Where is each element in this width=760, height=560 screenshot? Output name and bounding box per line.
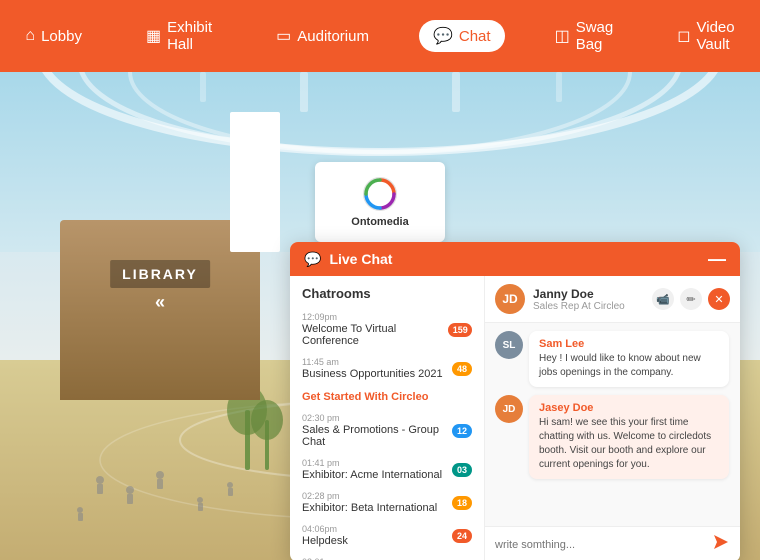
chatroom-get-started[interactable]: Get Started With Circleo [290,385,484,408]
message-sender-sam: Sam Lee [539,338,719,350]
message-text-jasey: Hi sam! we see this your first time chat… [539,416,719,472]
chatroom-sales[interactable]: 02:30 pm Sales & Promotions - Group Chat… [290,408,484,453]
billboard-company-name: Ontomedia [351,216,408,228]
chat-messages-panel: JD Janny Doe Sales Rep At Circleo 📹 ✏ ✕ [485,276,740,560]
chatroom-getstarted-info: Get Started With Circleo [302,390,428,403]
nav-lobby-label: Lobby [41,28,82,45]
home-icon: ⌂ [25,27,35,45]
contact-actions: 📹 ✏ ✕ [652,288,730,310]
messages-list: SL Sam Lee Hey ! I would like to know ab… [485,323,740,526]
live-chat-body: Chatrooms 12:09pm Welcome To Virtual Con… [290,276,740,560]
contact-details: Janny Doe Sales Rep At Circleo [533,287,625,312]
live-chat-icon: 💬 [304,251,321,268]
chatroom-helpdesk-info: 04:06pm Helpdesk [302,524,348,547]
chatrooms-panel: Chatrooms 12:09pm Welcome To Virtual Con… [290,276,485,560]
minimize-button[interactable]: — [708,250,726,268]
nav-chat-label: Chat [459,28,491,45]
message-bubble-sam: Sam Lee Hey ! I would like to know about… [529,331,729,387]
top-navigation: ⌂ Lobby ▦ Exhibit Hall ▭ Auditorium 💬 Ch… [0,0,760,72]
chatroom-business-badge: 48 [452,362,472,376]
chatroom-beta[interactable]: 02:28 pm Exhibitor: Beta International 1… [290,486,484,519]
contact-role: Sales Rep At Circleo [533,301,625,312]
nav-video-label: Video Vault [697,19,735,53]
video-icon: ◻ [677,26,690,46]
chatroom-business-info: 11:45 am Business Opportunities 2021 [302,357,443,380]
sam-avatar: SL [495,331,523,359]
center-billboard: Ontomedia [315,162,445,242]
nav-exhibit-label: Exhibit Hall [167,19,212,53]
chatroom-feedback[interactable]: 02:01pm General Feedback 28 [290,552,484,560]
nav-auditorium-label: Auditorium [297,28,369,45]
library-arrows: « [155,292,165,313]
send-message-button[interactable] [712,533,730,556]
chatroom-acme-badge: 03 [452,463,472,477]
nav-chat[interactable]: 💬 Chat [419,20,505,52]
chatroom-welcome[interactable]: 12:09pm Welcome To Virtual Conference 15… [290,307,484,352]
library-sign: LIBRARY [110,260,210,288]
auditorium-icon: ▭ [276,26,291,46]
nav-lobby[interactable]: ⌂ Lobby [11,21,96,51]
chat-icon: 💬 [433,26,453,46]
send-icon [712,533,730,551]
chatroom-welcome-badge: 159 [448,323,472,337]
message-bubble-jasey: Jasey Doe Hi sam! we see this your first… [529,395,729,479]
live-chat-title: Live Chat [329,251,392,267]
chatroom-beta-badge: 18 [452,496,472,510]
edit-button[interactable]: ✏ [680,288,702,310]
chatroom-helpdesk[interactable]: 04:06pm Helpdesk 24 [290,519,484,552]
chatroom-sales-info: 02:30 pm Sales & Promotions - Group Chat [302,413,452,448]
message-item-jasey: JD Jasey Doe Hi sam! we see this your fi… [495,395,730,479]
message-sender-jasey: Jasey Doe [539,402,719,414]
chatroom-business[interactable]: 11:45 am Business Opportunities 2021 48 [290,352,484,385]
close-chat-button[interactable]: ✕ [708,288,730,310]
nav-exhibit-hall[interactable]: ▦ Exhibit Hall [132,13,226,59]
chatroom-acme-info: 01:41 pm Exhibitor: Acme International [302,458,442,481]
nav-video-vault[interactable]: ◻ Video Vault [663,13,748,59]
chat-input-area [485,526,740,560]
contact-avatar: JD [495,284,525,314]
live-chat-panel: 💬 Live Chat — Chatrooms 12:09pm Welcome … [290,242,740,560]
billboard-logo-icon [362,176,398,212]
chatroom-sales-badge: 12 [452,424,472,438]
nav-swag-bag[interactable]: ◫ Swag Bag [541,13,628,59]
contact-name: Janny Doe [533,287,625,301]
live-chat-header: 💬 Live Chat — [290,242,740,276]
left-banner [230,112,280,252]
nav-swag-label: Swag Bag [576,19,614,53]
message-text-sam: Hey ! I would like to know about new job… [539,352,719,380]
swag-icon: ◫ [555,26,570,46]
live-chat-header-left: 💬 Live Chat [304,251,392,268]
chatrooms-title: Chatrooms [290,276,484,307]
chat-contact-info: JD Janny Doe Sales Rep At Circleo [495,284,625,314]
main-area: LIBRARY « Ontomedia 💬 Live Chat [0,72,760,560]
exhibit-icon: ▦ [146,26,161,46]
chatroom-welcome-info: 12:09pm Welcome To Virtual Conference [302,312,448,347]
jasey-avatar: JD [495,395,523,423]
nav-auditorium[interactable]: ▭ Auditorium [262,20,383,52]
chat-contact-header: JD Janny Doe Sales Rep At Circleo 📹 ✏ ✕ [485,276,740,323]
chatroom-acme[interactable]: 01:41 pm Exhibitor: Acme International 0… [290,453,484,486]
chatroom-helpdesk-badge: 24 [452,529,472,543]
message-item-sam: SL Sam Lee Hey ! I would like to know ab… [495,331,730,387]
video-call-button[interactable]: 📹 [652,288,674,310]
chatroom-beta-info: 02:28 pm Exhibitor: Beta International [302,491,437,514]
chat-message-input[interactable] [495,539,706,551]
